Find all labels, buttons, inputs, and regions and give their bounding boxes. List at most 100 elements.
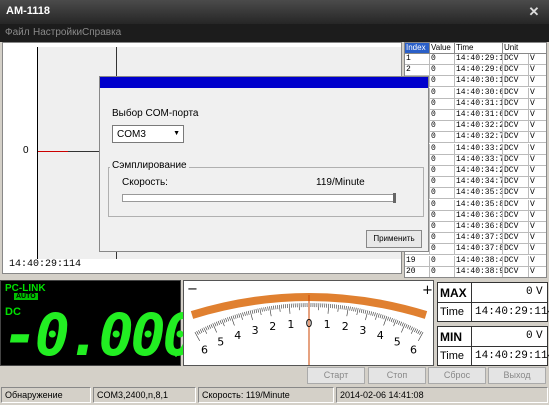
table-cell: V bbox=[529, 211, 546, 222]
col-unit[interactable]: Unit bbox=[503, 43, 546, 54]
table-cell: DCV bbox=[503, 266, 529, 277]
table-cell: DCV bbox=[503, 54, 529, 65]
reset-button[interactable]: Сброс bbox=[428, 367, 486, 384]
meter-tick bbox=[198, 330, 201, 334]
table-row[interactable]: 1014:40:29:11DCVV bbox=[405, 54, 546, 65]
meter-tick bbox=[418, 331, 424, 342]
table-cell: 0 bbox=[430, 210, 455, 222]
table-cell: 14:40:32:20 bbox=[455, 121, 503, 133]
table-cell: 0 bbox=[430, 233, 455, 245]
menu-help[interactable]: Справка bbox=[82, 27, 121, 38]
table-cell: 14:40:31:17 bbox=[455, 98, 503, 110]
table-cell: 14:40:38:41 bbox=[455, 255, 503, 267]
meter-tick bbox=[246, 311, 248, 316]
table-cell: 0 bbox=[430, 76, 455, 88]
max-value-cell: 0 V bbox=[472, 283, 548, 303]
meter-tick bbox=[288, 303, 291, 314]
meter-tick bbox=[263, 307, 265, 312]
meter-scale-label: 2 bbox=[342, 320, 349, 333]
table-cell: DCV bbox=[503, 177, 529, 189]
meter-tick bbox=[359, 308, 361, 313]
table-cell: V bbox=[529, 244, 546, 256]
meter-tick bbox=[392, 318, 395, 323]
table-cell: 14:40:37:39 bbox=[455, 233, 503, 245]
table-cell: 14:40:32:73 bbox=[455, 132, 503, 144]
meter-tick bbox=[277, 305, 279, 310]
com-port-label: Выбор COM-порта bbox=[112, 108, 199, 119]
meter-tick bbox=[236, 314, 239, 319]
table-cell: 0 bbox=[430, 244, 455, 256]
menu-file[interactable]: Файл bbox=[5, 27, 30, 38]
speed-label: Скорость: bbox=[122, 177, 168, 188]
table-row[interactable]: 19014:40:38:41DCVV bbox=[405, 255, 546, 267]
table-cell: 14:40:29:62 bbox=[455, 65, 503, 77]
min-label: MIN bbox=[438, 327, 472, 347]
col-index[interactable]: Index bbox=[405, 43, 430, 54]
start-button[interactable]: Старт bbox=[307, 367, 365, 384]
menu-settings[interactable]: Настройки bbox=[33, 27, 82, 38]
meter-tick bbox=[337, 304, 339, 312]
meter-tick bbox=[201, 328, 204, 333]
meter-tick bbox=[210, 324, 213, 328]
meter-tick bbox=[341, 305, 343, 310]
table-cell: 0 bbox=[430, 154, 455, 166]
table-cell: DCV bbox=[503, 255, 529, 267]
table-cell: V bbox=[529, 76, 546, 88]
meter-tick bbox=[390, 317, 393, 323]
stop-button[interactable]: Стоп bbox=[368, 367, 426, 384]
meter-tick bbox=[271, 305, 273, 310]
table-cell: 19 bbox=[405, 255, 430, 267]
table-cell: 0 bbox=[430, 266, 455, 277]
table-cell: 0 bbox=[430, 87, 455, 99]
table-cell: V bbox=[529, 166, 546, 177]
com-port-select[interactable]: COM3 ▼ bbox=[112, 125, 184, 143]
meter-tick bbox=[401, 323, 406, 333]
meter-tick bbox=[368, 310, 371, 315]
table-row[interactable]: 20014:40:38:92DCVV bbox=[405, 266, 546, 277]
min-value-cell: 0 V bbox=[472, 327, 548, 347]
meter-tick bbox=[339, 305, 341, 310]
close-icon[interactable]: ✕ bbox=[525, 3, 543, 20]
col-time[interactable]: Time bbox=[455, 43, 503, 54]
table-row[interactable]: 2014:40:29:62DCVV bbox=[405, 65, 546, 77]
apply-button[interactable]: Применить bbox=[366, 230, 422, 248]
table-cell: DCV bbox=[503, 87, 529, 99]
table-cell: V bbox=[529, 256, 546, 267]
meter-tick bbox=[214, 322, 217, 327]
min-unit: V bbox=[536, 330, 543, 342]
meter-tick bbox=[351, 306, 353, 311]
meter-tick bbox=[379, 314, 382, 319]
col-value[interactable]: Value bbox=[430, 43, 455, 54]
meter-scale-label: 5 bbox=[394, 336, 401, 349]
max-label: MAX bbox=[438, 283, 472, 303]
exit-button[interactable]: Выход bbox=[488, 367, 546, 384]
menu-bar: Файл Настройки Справка bbox=[0, 24, 549, 42]
table-cell: 14:40:37:89 bbox=[455, 244, 503, 256]
meter-tick bbox=[238, 313, 241, 318]
table-cell: V bbox=[529, 177, 546, 189]
min-value: 0 bbox=[526, 330, 533, 342]
meter-tick bbox=[207, 325, 210, 330]
table-cell: DCV bbox=[503, 210, 529, 222]
plot-trace bbox=[38, 151, 68, 152]
slider-handle[interactable] bbox=[393, 193, 396, 203]
table-cell: 0 bbox=[430, 188, 455, 200]
meter-tick bbox=[360, 308, 363, 313]
y-tick-label: 0 bbox=[23, 145, 29, 156]
meter-tick bbox=[240, 313, 243, 320]
meter-tick bbox=[251, 309, 254, 314]
table-cell: 14:40:36:33 bbox=[455, 210, 503, 222]
table-cell: 14:40:30:66 bbox=[455, 87, 503, 99]
x-time-label: 14:40:29:114 bbox=[9, 259, 82, 270]
table-cell: 0 bbox=[430, 143, 455, 155]
lcd-display: PC-LINK AUTO DC -0.000 V bbox=[0, 280, 198, 369]
meter-scale-label: 0 bbox=[306, 317, 313, 330]
sampling-slider[interactable] bbox=[122, 193, 396, 203]
meter-tick bbox=[370, 311, 372, 316]
title-bar: AM-1118 ✕ bbox=[0, 0, 549, 24]
meter-tick bbox=[227, 317, 230, 322]
max-time: 14:40:29:114 bbox=[475, 306, 549, 318]
meter-tick bbox=[275, 305, 277, 310]
table-cell: V bbox=[529, 144, 546, 155]
auto-badge: AUTO bbox=[14, 293, 38, 300]
